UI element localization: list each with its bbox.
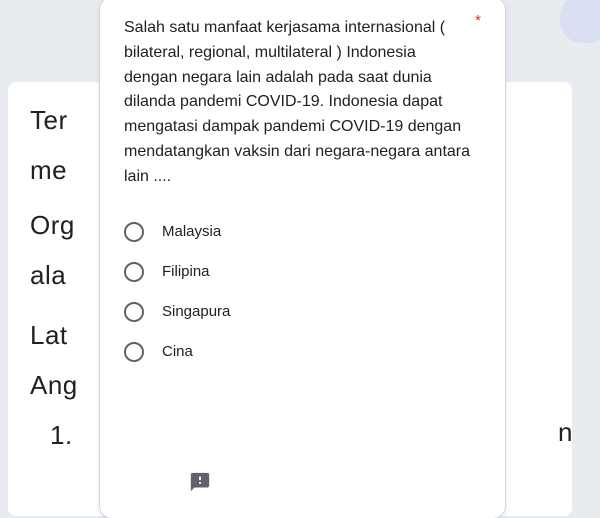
option-label: Filipina — [162, 263, 210, 280]
radio-option-malaysia[interactable]: Malaysia — [124, 212, 481, 252]
bg-text-fragment: Ang — [30, 370, 78, 401]
question-text: Salah satu manfaat kerjasama internasion… — [124, 16, 481, 190]
option-label: Malaysia — [162, 223, 221, 240]
decorative-pill — [560, 0, 600, 43]
bg-text-fragment: Ter — [30, 105, 68, 136]
radio-icon — [124, 342, 144, 362]
report-issue-button[interactable] — [188, 470, 212, 494]
option-label: Singapura — [162, 303, 230, 320]
radio-icon — [124, 222, 144, 242]
question-card: * Salah satu manfaat kerjasama internasi… — [100, 0, 505, 518]
bg-text-fragment: me — [30, 155, 67, 186]
bg-text-fragment: Org — [30, 210, 75, 241]
radio-option-cina[interactable]: Cina — [124, 332, 481, 372]
radio-icon — [124, 262, 144, 282]
bg-text-fragment: 1. — [50, 420, 73, 451]
exclaim-chat-icon — [189, 471, 211, 493]
required-marker: * — [475, 12, 481, 29]
option-label: Cina — [162, 343, 193, 360]
radio-option-singapura[interactable]: Singapura — [124, 292, 481, 332]
bg-text-fragment: ala — [30, 260, 66, 291]
radio-icon — [124, 302, 144, 322]
bg-text-fragment: n — [558, 417, 572, 448]
radio-option-filipina[interactable]: Filipina — [124, 252, 481, 292]
bg-text-fragment: Lat — [30, 320, 68, 351]
